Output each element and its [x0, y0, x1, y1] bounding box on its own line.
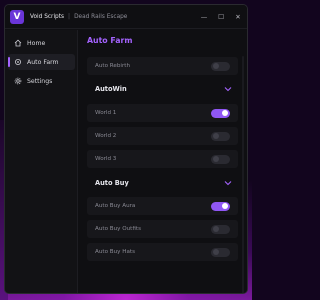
- home-icon: [14, 39, 22, 47]
- world-3-toggle[interactable]: [211, 154, 230, 164]
- scrollbar[interactable]: [242, 56, 244, 293]
- world-3-label: World 3: [95, 156, 117, 162]
- world-1-toggle[interactable]: [211, 108, 230, 118]
- toggle-knob: [222, 110, 228, 116]
- maximize-button[interactable]: ☐: [217, 13, 225, 21]
- world-1-label: World 1: [95, 110, 117, 116]
- auto-rebirth-toggle[interactable]: [211, 61, 230, 71]
- gear-target-icon: [14, 58, 22, 66]
- world-1-row[interactable]: World 1: [87, 104, 238, 122]
- auto-buy-aura-label: Auto Buy Aura: [95, 203, 136, 209]
- autowin-header-label: AutoWin: [95, 85, 127, 93]
- game-name: Dead Rails Escape: [74, 13, 128, 20]
- window-controls: — ☐ ✕: [200, 13, 242, 21]
- sidebar: Home Auto Farm Settings: [5, 30, 78, 293]
- app-logo: V: [10, 9, 24, 24]
- sidebar-item-auto-farm[interactable]: Auto Farm: [8, 54, 75, 70]
- auto-buy-hats-label: Auto Buy Hats: [95, 249, 135, 255]
- app-title: Void Scripts: [30, 13, 65, 20]
- titlebar[interactable]: V Void Scripts | Dead Rails Escape — ☐ ✕: [5, 5, 247, 29]
- auto-buy-aura-toggle[interactable]: [211, 201, 230, 211]
- auto-buy-hats-toggle[interactable]: [211, 247, 230, 257]
- gear-icon: [14, 77, 22, 85]
- chevron-down-icon[interactable]: [224, 180, 232, 186]
- active-indicator: [8, 57, 10, 67]
- world-2-toggle[interactable]: [211, 131, 230, 141]
- toggle-knob: [213, 156, 219, 162]
- auto-buy-outfits-toggle[interactable]: [211, 224, 230, 234]
- sidebar-item-label: Auto Farm: [27, 58, 59, 66]
- sidebar-item-label: Settings: [27, 77, 53, 85]
- autobuy-section-header[interactable]: Auto Buy: [87, 174, 238, 192]
- auto-buy-aura-row[interactable]: Auto Buy Aura: [87, 197, 238, 215]
- toggle-knob: [222, 203, 228, 209]
- app-window: V Void Scripts | Dead Rails Escape — ☐ ✕…: [4, 4, 248, 294]
- auto-rebirth-label: Auto Rebirth: [95, 63, 130, 69]
- sidebar-item-settings[interactable]: Settings: [8, 73, 75, 89]
- sidebar-item-label: Home: [27, 39, 46, 47]
- close-button[interactable]: ✕: [234, 13, 242, 21]
- page-title: Auto Farm: [87, 36, 133, 45]
- auto-buy-hats-row[interactable]: Auto Buy Hats: [87, 243, 238, 261]
- auto-buy-outfits-row[interactable]: Auto Buy Outfits: [87, 220, 238, 238]
- toggle-knob: [213, 249, 219, 255]
- toggle-knob: [213, 226, 219, 232]
- toggle-knob: [213, 63, 219, 69]
- autowin-section-header[interactable]: AutoWin: [87, 80, 238, 98]
- content-panel: Auto Farm Auto Rebirth AutoWin World 1 W…: [79, 30, 247, 293]
- auto-rebirth-row[interactable]: Auto Rebirth: [87, 57, 238, 75]
- world-3-row[interactable]: World 3: [87, 150, 238, 168]
- chevron-down-icon[interactable]: [224, 86, 232, 92]
- auto-buy-outfits-label: Auto Buy Outfits: [95, 226, 142, 232]
- minimize-button[interactable]: —: [200, 13, 208, 21]
- autobuy-header-label: Auto Buy: [95, 179, 129, 187]
- world-2-row[interactable]: World 2: [87, 127, 238, 145]
- title-separator: |: [68, 13, 71, 20]
- world-2-label: World 2: [95, 133, 117, 139]
- toggle-knob: [213, 133, 219, 139]
- sidebar-item-home[interactable]: Home: [8, 35, 75, 51]
